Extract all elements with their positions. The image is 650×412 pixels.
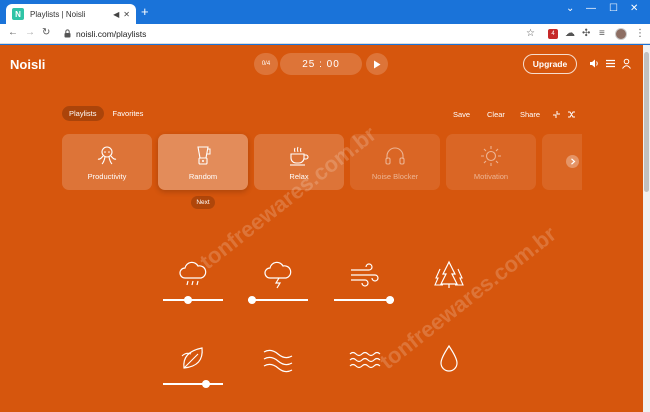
lock-icon bbox=[64, 29, 71, 38]
play-button[interactable] bbox=[366, 53, 388, 75]
tab-audio-icon[interactable]: ◀ bbox=[113, 10, 119, 19]
share-button[interactable]: Share bbox=[520, 110, 540, 119]
wind-icon bbox=[351, 263, 379, 287]
sound-thunderstorm[interactable] bbox=[248, 258, 308, 304]
playlist-card-relax[interactable]: Relax bbox=[254, 134, 344, 190]
noisli-app: Noisli 0/4 25 : 00 Upgrade Playlists Fav… bbox=[0, 45, 643, 412]
carousel-next-button[interactable] bbox=[566, 155, 579, 168]
browser-tab-bar: N Playlists | Noisli ◀ ✕ + ⌄ — ☐ ✕ bbox=[0, 0, 650, 24]
volume-slider-leaves[interactable] bbox=[163, 380, 223, 388]
waves-icon bbox=[349, 351, 381, 369]
collapse-icon[interactable] bbox=[552, 110, 561, 119]
save-button[interactable]: Save bbox=[453, 110, 470, 119]
sound-waves[interactable] bbox=[334, 342, 394, 376]
playlist-label: Productivity bbox=[87, 171, 127, 181]
new-tab-button[interactable]: + bbox=[141, 5, 149, 18]
list-menu-icon[interactable] bbox=[605, 58, 616, 69]
rain-cloud-icon bbox=[179, 261, 207, 286]
playlist-card-productivity[interactable]: Productivity bbox=[62, 134, 152, 190]
user-icon[interactable] bbox=[621, 58, 632, 69]
slider-knob[interactable] bbox=[386, 296, 394, 304]
playlist-card-motivation[interactable]: Motivation bbox=[446, 134, 536, 190]
thunderstorm-icon bbox=[264, 261, 292, 289]
reload-icon[interactable]: ↻ bbox=[42, 27, 50, 38]
puzzle-extensions-icon[interactable]: ✣ bbox=[582, 28, 590, 39]
extension-badge-icon[interactable]: 4 bbox=[548, 29, 558, 39]
sound-leaves[interactable] bbox=[163, 342, 223, 388]
playlist-label: Motivation bbox=[473, 171, 509, 181]
sound-rain[interactable] bbox=[163, 258, 223, 304]
tab-playlists[interactable]: Playlists bbox=[62, 106, 104, 121]
sun-icon bbox=[481, 145, 501, 166]
sound-drop[interactable] bbox=[419, 342, 479, 376]
playlist-card-random[interactable]: Random bbox=[158, 134, 248, 190]
playlist-carousel: Productivity Random Relax Noise Blocker … bbox=[62, 134, 582, 192]
scrollbar-thumb[interactable] bbox=[644, 52, 649, 192]
address-bar: ← → ↻ noisli.com/playlists ☆ 4 ☁ ✣ ≡ ⋮ bbox=[0, 24, 650, 44]
window-menu-icon[interactable]: ⌄ bbox=[566, 3, 574, 14]
back-icon[interactable]: ← bbox=[8, 27, 18, 38]
next-playlist-button[interactable]: Next bbox=[191, 196, 215, 209]
profile-avatar[interactable] bbox=[615, 28, 627, 40]
drop-icon bbox=[440, 344, 458, 372]
playlist-label: Relax bbox=[289, 171, 309, 181]
volume-slider-rain[interactable] bbox=[163, 296, 223, 304]
sound-wind[interactable] bbox=[334, 258, 394, 304]
bookmark-star-icon[interactable]: ☆ bbox=[526, 28, 535, 39]
browser-menu-icon[interactable]: ⋮ bbox=[635, 28, 645, 39]
leaves-icon bbox=[181, 347, 203, 369]
browser-tab[interactable]: N Playlists | Noisli ◀ ✕ bbox=[6, 4, 136, 24]
play-icon bbox=[374, 60, 381, 68]
playlist-label: Noise Blocker bbox=[371, 171, 419, 181]
chevron-right-icon bbox=[570, 158, 575, 165]
reading-list-icon[interactable]: ≡ bbox=[599, 28, 605, 39]
timer-display[interactable]: 25 : 00 bbox=[280, 53, 362, 75]
water-stream-icon bbox=[263, 349, 293, 373]
minimize-icon[interactable]: — bbox=[586, 3, 596, 14]
timer-counter[interactable]: 0/4 bbox=[254, 53, 278, 75]
playlist-label: Random bbox=[188, 171, 218, 181]
slider-knob[interactable] bbox=[202, 380, 210, 388]
coffee-cup-icon bbox=[290, 146, 309, 166]
tab-favorites[interactable]: Favorites bbox=[106, 106, 151, 121]
volume-slider-wind[interactable] bbox=[334, 296, 394, 304]
playlist-card-noise-blocker[interactable]: Noise Blocker bbox=[350, 134, 440, 190]
forest-icon bbox=[434, 260, 464, 288]
url-text[interactable]: noisli.com/playlists bbox=[76, 29, 146, 39]
shuffle-icon[interactable] bbox=[567, 110, 576, 119]
volume-icon[interactable] bbox=[589, 58, 600, 69]
slider-knob[interactable] bbox=[248, 296, 256, 304]
sound-water-stream[interactable] bbox=[248, 342, 308, 376]
blender-icon bbox=[197, 145, 211, 165]
forward-icon[interactable]: → bbox=[25, 27, 35, 38]
octopus-icon bbox=[97, 145, 117, 164]
cloud-extension-icon[interactable]: ☁ bbox=[565, 28, 575, 39]
sound-forest[interactable] bbox=[419, 258, 479, 292]
volume-slider-thunderstorm[interactable] bbox=[248, 296, 308, 304]
close-window-icon[interactable]: ✕ bbox=[630, 3, 638, 14]
headphones-icon bbox=[385, 147, 405, 165]
tab-title: Playlists | Noisli bbox=[30, 9, 86, 19]
playlist-tabs: Playlists Favorites bbox=[62, 106, 150, 121]
maximize-icon[interactable]: ☐ bbox=[609, 3, 618, 14]
slider-knob[interactable] bbox=[183, 296, 192, 304]
tab-close-icon[interactable]: ✕ bbox=[123, 10, 130, 19]
noisli-logo[interactable]: Noisli bbox=[10, 57, 45, 72]
noisli-favicon-icon: N bbox=[12, 8, 24, 20]
upgrade-button[interactable]: Upgrade bbox=[523, 54, 577, 74]
clear-button[interactable]: Clear bbox=[487, 110, 505, 119]
